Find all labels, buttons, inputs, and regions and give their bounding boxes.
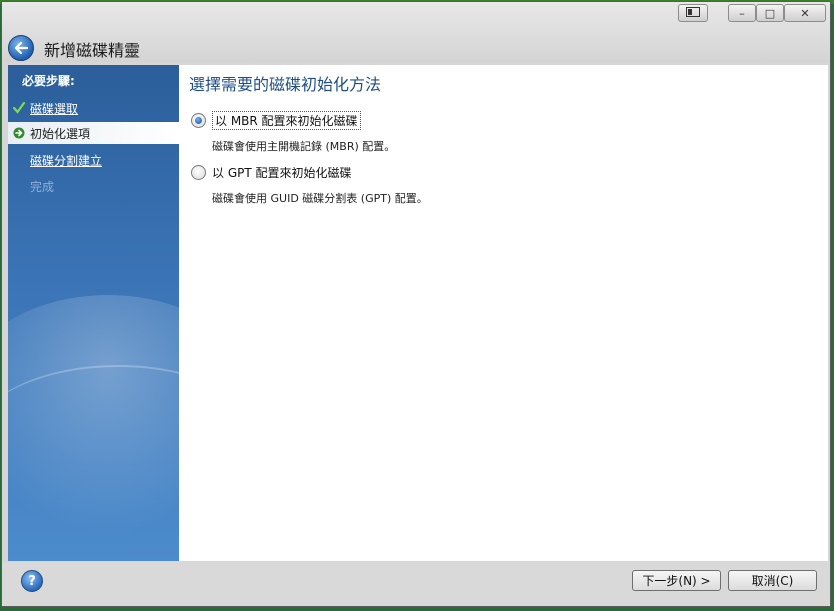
step-init-options[interactable]: 初始化選項 xyxy=(8,122,179,144)
next-button[interactable]: 下一步(N) > xyxy=(632,570,721,591)
gpt-option[interactable]: 以 GPT 配置來初始化磁碟 xyxy=(191,164,352,181)
window-switch-icon xyxy=(686,6,700,20)
mbr-option[interactable]: 以 MBR 配置來初始化磁碟 xyxy=(191,111,361,130)
step-label: 磁碟選取 xyxy=(30,101,79,116)
title-bar: – □ ✕ 新增磁碟精靈 xyxy=(2,2,830,62)
gpt-option-label[interactable]: 以 GPT 配置來初始化磁碟 xyxy=(212,164,352,181)
cancel-button[interactable]: 取消(C) xyxy=(728,570,817,591)
back-arrow-icon xyxy=(14,42,28,54)
step-partition-creation[interactable]: 磁碟分割建立 xyxy=(8,149,179,171)
step-label: 磁碟分割建立 xyxy=(30,153,103,168)
step-label: 完成 xyxy=(30,179,55,194)
maximize-button[interactable]: □ xyxy=(756,4,784,22)
minimize-icon: – xyxy=(739,6,745,20)
step-disk-selection[interactable]: 磁碟選取 xyxy=(8,97,179,119)
maximize-icon: □ xyxy=(764,6,776,20)
mbr-radio[interactable] xyxy=(191,113,206,128)
minimize-button[interactable]: – xyxy=(728,4,756,22)
wizard-window: – □ ✕ 新增磁碟精靈 必要步驟: 磁碟選取 初始化選項 磁碟分割建立 完成 … xyxy=(1,1,831,607)
current-step-arrow-icon xyxy=(8,127,30,139)
sidebar-decoration-arc xyxy=(8,365,179,527)
steps-header: 必要步驟: xyxy=(22,74,75,88)
page-title: 選擇需要的磁碟初始化方法 xyxy=(189,75,382,94)
gpt-description: 磁碟會使用 GUID 磁碟分割表 (GPT) 配置。 xyxy=(212,192,428,205)
checkmark-icon xyxy=(8,102,30,114)
window-switch-button[interactable] xyxy=(678,4,708,22)
window-title: 新增磁碟精靈 xyxy=(44,41,141,60)
close-button[interactable]: ✕ xyxy=(784,4,826,22)
help-icon: ? xyxy=(28,573,36,589)
steps-sidebar: 必要步驟: 磁碟選取 初始化選項 磁碟分割建立 完成 xyxy=(8,65,179,561)
step-label: 初始化選項 xyxy=(30,126,91,141)
back-button[interactable] xyxy=(8,35,34,61)
main-content: 選擇需要的磁碟初始化方法 以 MBR 配置來初始化磁碟 磁碟會使用主開機記錄 (… xyxy=(179,65,828,561)
close-icon: ✕ xyxy=(800,6,810,20)
radio-selected-dot xyxy=(195,117,202,124)
mbr-option-label[interactable]: 以 MBR 配置來初始化磁碟 xyxy=(212,111,361,130)
step-finish: 完成 xyxy=(8,175,179,197)
gpt-radio[interactable] xyxy=(191,165,206,180)
help-button[interactable]: ? xyxy=(21,570,43,592)
mbr-description: 磁碟會使用主開機記錄 (MBR) 配置。 xyxy=(212,140,396,153)
footer-bar: ? 下一步(N) > 取消(C) xyxy=(2,562,830,606)
